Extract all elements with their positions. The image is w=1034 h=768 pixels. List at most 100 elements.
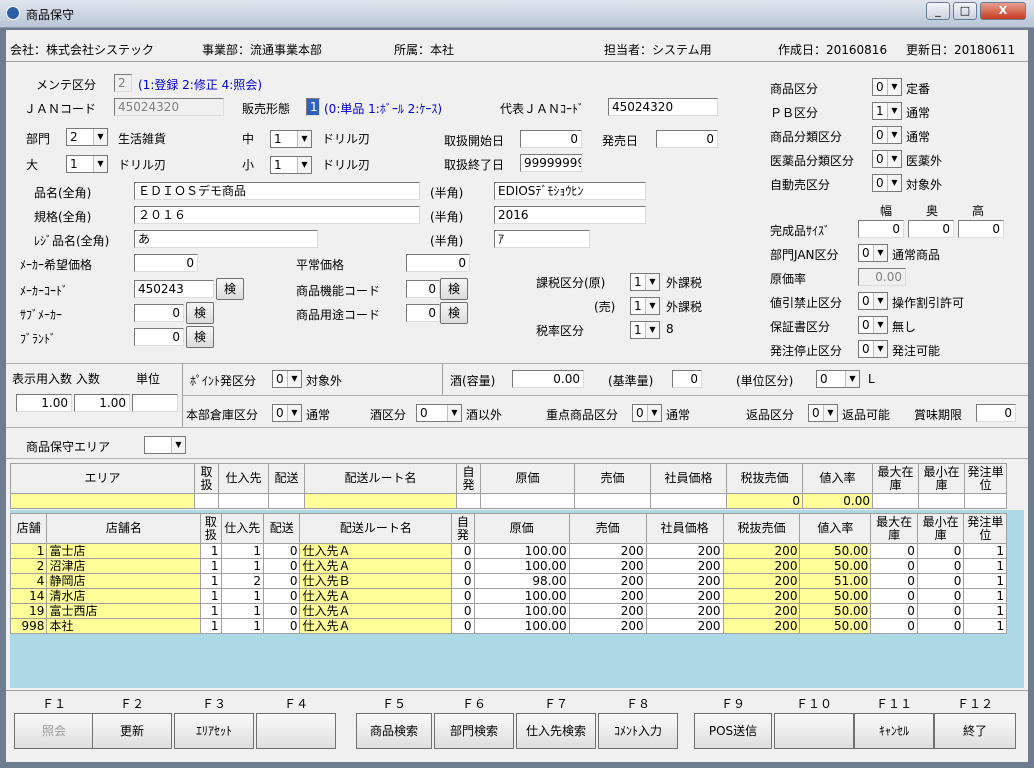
table-cell[interactable]: 清水店 — [46, 588, 202, 604]
table-cell[interactable]: 0 — [263, 588, 301, 604]
table-cell[interactable]: 仕入先Ａ — [299, 603, 453, 619]
normal-price-field[interactable]: 0 — [406, 254, 470, 272]
table-cell[interactable]: 1 — [963, 603, 1007, 619]
table-cell[interactable]: 200 — [722, 618, 801, 634]
column-header[interactable]: 配送ルート名 — [304, 463, 457, 494]
tax-rate-select[interactable]: 1 ▼ — [630, 321, 660, 339]
table-row[interactable]: 998 本社 1 1 0 仕入先Ａ 0 100.00 200 200 200 50.00 0 0 1 — [9, 618, 1007, 634]
table-cell[interactable]: 19 — [9, 603, 48, 619]
table-cell[interactable]: 100.00 — [473, 543, 570, 559]
return-select[interactable]: 0 ▼ — [808, 404, 838, 422]
func-code-field[interactable]: 0 — [406, 280, 440, 298]
table-cell[interactable]: 仕入先Ｂ — [299, 573, 453, 589]
table-cell[interactable]: 0 — [263, 618, 301, 634]
hq-select[interactable]: 0 ▼ — [272, 404, 302, 422]
table-cell[interactable]: 0 — [263, 573, 301, 589]
table-cell[interactable]: 1 — [963, 543, 1007, 559]
table-row[interactable]: 1 富士店 1 1 0 仕入先Ａ 0 100.00 200 200 200 50.00 0 0 1 — [9, 543, 1007, 559]
use-code-field[interactable]: 0 — [406, 304, 440, 322]
med-select[interactable]: 0 ▼ — [872, 150, 902, 168]
table-cell[interactable]: 0 — [870, 588, 918, 604]
qty-field[interactable]: 1.00 — [74, 394, 130, 412]
table-cell[interactable]: 200 — [568, 603, 647, 619]
table-cell[interactable]: 51.00 — [799, 573, 872, 589]
sub-maker-field[interactable]: 0 — [134, 304, 184, 322]
table-cell[interactable]: 200 — [645, 573, 724, 589]
table-cell[interactable]: 0 — [916, 618, 965, 634]
fkey-button-11[interactable]: ｷｬﾝｾﾙ — [854, 713, 934, 749]
name-field[interactable]: ＥＤＩＯＳデモ商品 — [134, 182, 420, 200]
func-search-button[interactable]: 検 — [440, 278, 468, 300]
table-cell[interactable]: 50.00 — [799, 558, 872, 574]
fkey-button-9[interactable]: POS送信 — [694, 713, 772, 749]
table-row[interactable]: 19 富士西店 1 1 0 仕入先Ａ 0 100.00 200 200 200 50.00 0 0 1 — [9, 603, 1007, 619]
minimize-button[interactable]: _ — [926, 2, 950, 20]
base-field[interactable]: 0 — [672, 370, 702, 388]
table-row[interactable]: 14 清水店 1 1 0 仕入先Ａ 0 100.00 200 200 200 50.00 0 0 1 — [9, 588, 1007, 604]
table-cell[interactable]: 1 — [200, 588, 222, 604]
table-cell[interactable]: 100.00 — [473, 558, 570, 574]
table-cell[interactable] — [650, 493, 727, 509]
table-cell[interactable]: 1 — [963, 558, 1007, 574]
table-cell[interactable] — [480, 493, 575, 509]
table-cell[interactable]: 1 — [963, 573, 1007, 589]
width-field[interactable]: 0 — [858, 220, 904, 238]
dept-select[interactable]: 2 ▼ — [66, 128, 108, 146]
table-cell[interactable]: 200 — [645, 588, 724, 604]
tax-sale-select[interactable]: 1 ▼ — [630, 297, 660, 315]
release-date-field[interactable]: 0 — [656, 130, 718, 148]
table-cell[interactable]: 仕入先Ａ — [299, 618, 453, 634]
mode-field[interactable]: 2 — [114, 74, 132, 92]
table-cell[interactable]: 14 — [9, 588, 48, 604]
table-cell[interactable] — [918, 493, 965, 509]
table-cell[interactable]: 本社 — [46, 618, 202, 634]
table-cell[interactable] — [574, 493, 651, 509]
table-cell[interactable]: 50.00 — [799, 588, 872, 604]
table-cell[interactable]: 100.00 — [473, 588, 570, 604]
table-cell[interactable] — [964, 493, 1007, 509]
column-header[interactable]: 値入率 — [799, 513, 872, 544]
table-cell[interactable]: 1 — [200, 543, 222, 559]
maker-code-field[interactable]: 450243 — [134, 280, 214, 298]
table-cell[interactable]: 1 — [200, 573, 222, 589]
large-select[interactable]: 1 ▼ — [66, 155, 108, 173]
table-cell[interactable]: 998 — [9, 618, 48, 634]
table-cell[interactable]: 0 — [726, 493, 803, 509]
column-header[interactable]: 原価 — [473, 513, 570, 544]
column-header[interactable]: 自 発 — [456, 463, 481, 494]
table-cell[interactable]: 0 — [870, 618, 918, 634]
column-header[interactable]: 配送ルート名 — [299, 513, 453, 544]
table-cell[interactable] — [194, 493, 219, 509]
table-cell[interactable] — [268, 493, 305, 509]
stop-select[interactable]: 0 ▼ — [858, 340, 888, 358]
fkey-button-4[interactable] — [256, 713, 336, 749]
column-header[interactable]: 最小在 庫 — [918, 463, 965, 494]
table-cell[interactable]: 200 — [645, 558, 724, 574]
table-cell[interactable]: 0 — [451, 558, 475, 574]
table-cell[interactable]: 沼津店 — [46, 558, 202, 574]
table-cell[interactable]: 100.00 — [473, 603, 570, 619]
column-header[interactable]: 社員価格 — [645, 513, 724, 544]
brand-field[interactable]: 0 — [134, 328, 184, 346]
table-cell[interactable]: 0 — [916, 558, 965, 574]
spec-half-field[interactable]: 2016 — [494, 206, 646, 224]
table-cell[interactable]: 200 — [645, 543, 724, 559]
table-cell[interactable]: 富士店 — [46, 543, 202, 559]
spec-field[interactable]: ２０１６ — [134, 206, 420, 224]
table-cell[interactable]: 1 — [200, 603, 222, 619]
cls-select[interactable]: 0 ▼ — [872, 126, 902, 144]
table-cell[interactable]: 200 — [722, 588, 801, 604]
fkey-button-6[interactable]: 部門検索 — [434, 713, 514, 749]
reg-half-field[interactable]: ｱ — [494, 230, 590, 248]
table-cell[interactable]: 50.00 — [799, 618, 872, 634]
table-cell[interactable]: 100.00 — [473, 618, 570, 634]
table-cell[interactable]: 富士西店 — [46, 603, 202, 619]
table-cell[interactable]: 0 — [916, 573, 965, 589]
column-header[interactable]: 原価 — [480, 463, 575, 494]
discount-select[interactable]: 0 ▼ — [858, 292, 888, 310]
column-header[interactable]: 社員価格 — [650, 463, 727, 494]
fkey-button-5[interactable]: 商品検索 — [356, 713, 432, 749]
column-header[interactable]: 売価 — [568, 513, 647, 544]
table-cell[interactable]: 静岡店 — [46, 573, 202, 589]
end-date-field[interactable]: 99999999 — [520, 154, 582, 172]
